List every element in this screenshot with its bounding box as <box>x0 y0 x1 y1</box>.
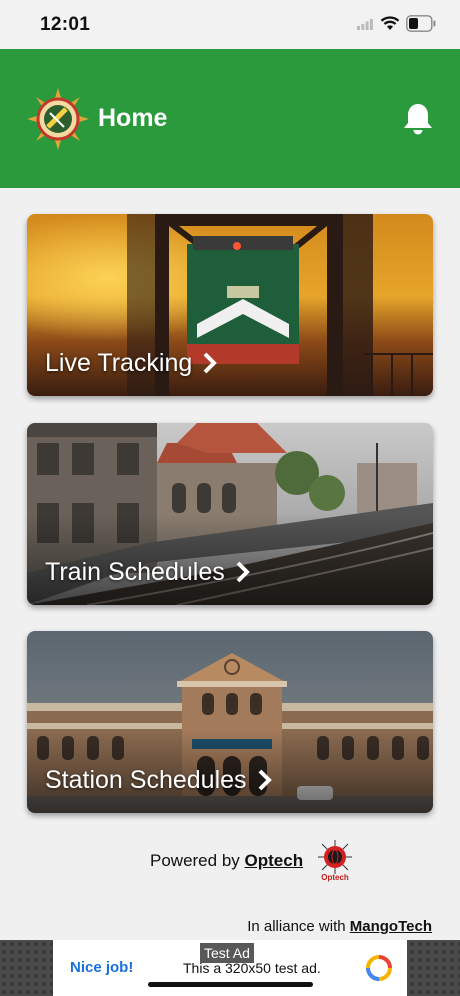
card-title: Live Tracking <box>45 349 193 377</box>
bell-icon[interactable] <box>400 101 436 137</box>
home-indicator[interactable] <box>148 982 313 987</box>
optech-logo: Optech <box>318 840 352 882</box>
live-tracking-card[interactable]: Live Tracking <box>27 214 433 396</box>
station-schedules-label: Station Schedules <box>45 766 273 795</box>
optech-link[interactable]: Optech <box>245 851 304 870</box>
battery-icon <box>406 15 436 32</box>
chevron-right-icon <box>236 561 250 583</box>
app-header: Home <box>0 49 460 188</box>
railway-emblem-icon <box>27 88 89 150</box>
station-schedules-card[interactable]: Station Schedules <box>27 631 433 813</box>
alliance-text: In alliance with MangoTech <box>247 918 432 935</box>
ad-cta[interactable]: Nice job! <box>70 959 133 976</box>
status-time: 12:01 <box>40 14 91 35</box>
card-title: Train Schedules <box>45 558 225 586</box>
powered-by-prefix: Powered by <box>150 851 240 870</box>
chevron-right-icon <box>203 352 218 374</box>
mangotech-link[interactable]: MangoTech <box>350 918 432 935</box>
train-schedules-label: Train Schedules <box>45 558 251 587</box>
powered-by: Powered by Optech <box>150 851 303 871</box>
card-title: Station Schedules <box>45 766 247 794</box>
live-tracking-label: Live Tracking <box>45 349 218 378</box>
train-schedules-card[interactable]: Train Schedules <box>27 423 433 605</box>
ad-network-icon <box>366 955 392 981</box>
chevron-right-icon <box>258 769 272 791</box>
test-ad-badge: Test Ad <box>200 943 254 963</box>
optech-logo-text: Optech <box>321 873 349 882</box>
alliance-prefix: In alliance with <box>247 918 346 935</box>
status-bar: 12:01 <box>0 0 460 49</box>
page-title: Home <box>98 104 168 132</box>
wifi-icon <box>380 16 400 30</box>
cellular-signal-icon <box>357 19 373 30</box>
